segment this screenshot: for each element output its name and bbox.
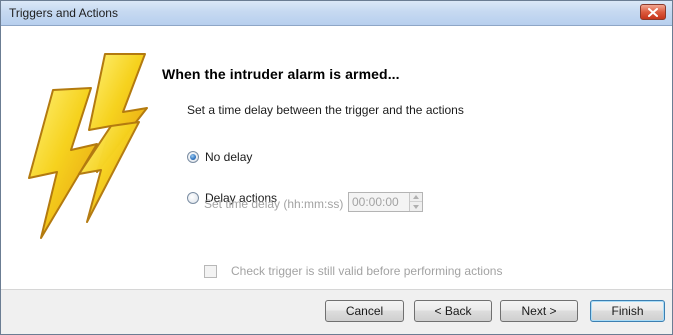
time-delay-spinner[interactable]: 00:00:00 xyxy=(348,192,423,212)
spinner-buttons xyxy=(409,193,422,211)
title-bar: Triggers and Actions xyxy=(1,1,672,26)
close-button[interactable] xyxy=(640,4,666,20)
wizard-content: When the intruder alarm is armed... Set … xyxy=(1,26,672,266)
back-button[interactable]: < Back xyxy=(414,300,492,322)
no-delay-label: No delay xyxy=(205,150,253,164)
chevron-down-icon xyxy=(413,204,419,209)
chevron-up-icon xyxy=(413,195,419,199)
check-trigger-label: Check trigger is still valid before perf… xyxy=(231,264,503,278)
instruction-text: Set a time delay between the trigger and… xyxy=(187,103,464,117)
spin-up-button[interactable] xyxy=(410,193,422,202)
delay-actions-radio[interactable] xyxy=(187,192,199,204)
lightning-bolts-icon xyxy=(28,53,148,239)
time-delay-label: Set time delay (hh:mm:ss) xyxy=(204,197,344,211)
radio-selected-dot xyxy=(190,154,196,160)
time-delay-value[interactable]: 00:00:00 xyxy=(352,195,399,209)
close-icon xyxy=(648,7,658,17)
no-delay-option[interactable]: No delay xyxy=(187,150,252,164)
check-trigger-checkbox[interactable] xyxy=(204,264,217,278)
window-title: Triggers and Actions xyxy=(9,6,118,20)
dialog-footer: Cancel < Back Next > Finish xyxy=(1,289,672,334)
next-button[interactable]: Next > xyxy=(500,300,578,322)
spin-down-button[interactable] xyxy=(410,202,422,211)
page-heading: When the intruder alarm is armed... xyxy=(162,66,400,82)
no-delay-radio[interactable] xyxy=(187,151,199,163)
triggers-and-actions-dialog: Triggers and Actions When the intruder a… xyxy=(0,0,673,335)
finish-button[interactable]: Finish xyxy=(590,300,665,322)
cancel-button[interactable]: Cancel xyxy=(325,300,404,322)
check-trigger-option[interactable]: Check trigger is still valid before perf… xyxy=(204,264,502,278)
